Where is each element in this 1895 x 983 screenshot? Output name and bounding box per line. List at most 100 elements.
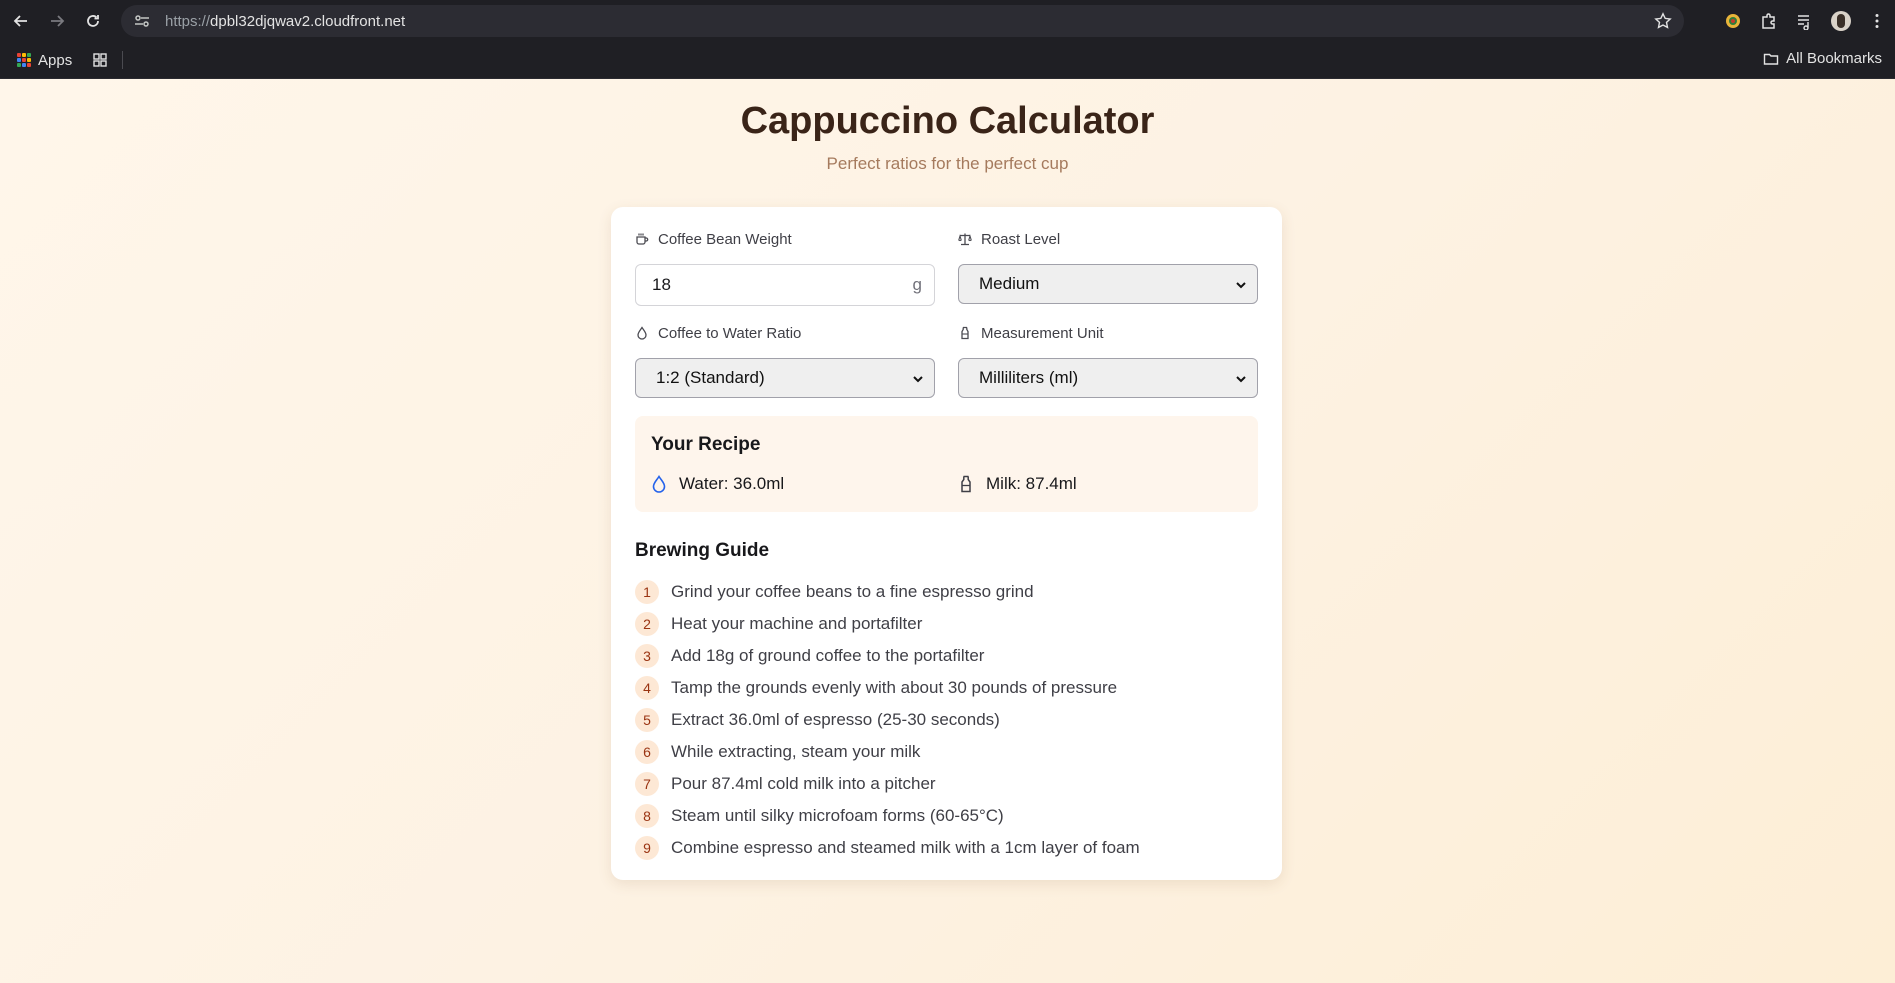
bean-weight-field: Coffee Bean Weight 18 g	[635, 229, 935, 306]
page-subtitle: Perfect ratios for the perfect cup	[826, 154, 1069, 173]
extensions-button[interactable]	[1751, 3, 1787, 39]
bean-weight-label: Coffee Bean Weight	[635, 229, 935, 249]
measurement-unit-selected: Milliliters (ml)	[979, 368, 1079, 387]
ratio-select[interactable]: 1:2 (Standard)	[635, 358, 935, 398]
measurement-unit-label: Measurement Unit	[958, 323, 1258, 343]
recipe-water-text: Water: 36.0ml	[679, 474, 785, 493]
back-button[interactable]	[3, 3, 39, 39]
list-item: 9 Combine espresso and steamed milk with …	[635, 832, 1258, 864]
recipe-milk: Milk: 87.4ml	[958, 474, 1077, 494]
recipe-water: Water: 36.0ml	[651, 474, 784, 494]
milk-bottle-icon	[958, 475, 974, 493]
folder-icon	[1763, 53, 1779, 65]
roast-level-field: Roast Level Medium	[958, 229, 1258, 304]
chevron-down-icon	[1235, 278, 1247, 290]
step-number: 5	[635, 708, 659, 732]
playlist-icon	[1798, 15, 1809, 30]
url-host: dpbl32djqwav2.cloudfront.net	[210, 12, 406, 30]
brewing-steps-list: 1 Grind your coffee beans to a fine espre…	[635, 576, 1258, 864]
page-title: Cappuccino Calculator	[740, 100, 1155, 142]
site-settings-icon[interactable]	[133, 12, 151, 30]
arrow-right-icon	[51, 15, 65, 27]
all-bookmarks-label: All Bookmarks	[1786, 50, 1882, 67]
list-item: 1 Grind your coffee beans to a fine espre…	[635, 576, 1258, 608]
step-text: Add 18g of ground coffee to the portafil…	[671, 646, 985, 665]
ratio-selected: 1:2 (Standard)	[656, 368, 765, 387]
step-number: 3	[635, 644, 659, 668]
bookmarks-divider	[122, 51, 124, 69]
step-text: Tamp the grounds evenly with about 30 po…	[671, 678, 1118, 697]
recipe-milk-text: Milk: 87.4ml	[986, 474, 1077, 493]
bean-weight-value: 18	[652, 275, 671, 294]
extension-google-button[interactable]	[1715, 3, 1751, 39]
list-item: 3 Add 18g of ground coffee to the portafi…	[635, 640, 1258, 672]
tab-groups-icon[interactable]	[92, 52, 108, 68]
step-number: 7	[635, 772, 659, 796]
step-number: 9	[635, 836, 659, 860]
profile-button[interactable]	[1823, 3, 1859, 39]
roast-level-label: Roast Level	[958, 229, 1258, 249]
ratio-label: Coffee to Water Ratio	[635, 323, 935, 343]
apps-label: Apps	[38, 51, 73, 69]
reload-button[interactable]	[75, 3, 111, 39]
all-bookmarks-button[interactable]: All Bookmarks	[1763, 50, 1882, 67]
apps-grid-icon	[17, 53, 31, 67]
step-number: 4	[635, 676, 659, 700]
forward-button[interactable]	[39, 3, 75, 39]
roast-level-label-text: Roast Level	[981, 230, 1061, 248]
more-vertical-icon	[1875, 14, 1879, 28]
bean-weight-unit: g	[912, 275, 922, 294]
roast-level-select[interactable]: Medium	[958, 264, 1258, 304]
ratio-field: Coffee to Water Ratio 1:2 (Standard)	[635, 323, 935, 398]
measurement-unit-label-text: Measurement Unit	[981, 324, 1104, 342]
measurement-unit-field: Measurement Unit Milliliters (ml)	[958, 323, 1258, 398]
droplet-icon	[635, 326, 649, 340]
chevron-down-icon	[1235, 372, 1247, 384]
coffee-cup-icon	[635, 232, 649, 246]
water-droplet-icon	[651, 475, 667, 493]
bookmark-star-icon[interactable]	[1654, 12, 1672, 30]
recipe-title: Your Recipe	[651, 434, 761, 455]
step-text: Steam until silky microfoam forms (60-65…	[671, 806, 1004, 825]
list-item: 5 Extract 36.0ml of espresso (25-30 secon…	[635, 704, 1258, 736]
extension-color-icon	[1726, 14, 1740, 28]
step-text: While extracting, steam your milk	[671, 742, 921, 761]
step-number: 2	[635, 612, 659, 636]
recipe-panel: Your Recipe Water: 36.0ml Milk: 87.4ml	[635, 416, 1258, 512]
reload-icon	[87, 15, 99, 27]
scale-icon	[958, 232, 972, 246]
measurement-unit-select[interactable]: Milliliters (ml)	[958, 358, 1258, 398]
step-number: 6	[635, 740, 659, 764]
step-text: Pour 87.4ml cold milk into a pitcher	[671, 774, 936, 793]
address-bar[interactable]: https://dpbl32djqwav2.cloudfront.net	[121, 5, 1684, 37]
step-text: Grind your coffee beans to a fine espres…	[671, 582, 1034, 601]
step-number: 1	[635, 580, 659, 604]
calculator-card: Coffee Bean Weight 18 g Roast Level Medi…	[611, 207, 1282, 880]
puzzle-icon	[1762, 13, 1775, 29]
browser-toolbar: https://dpbl32djqwav2.cloudfront.net	[0, 0, 1895, 42]
list-item: 8 Steam until silky microfoam forms (60-6…	[635, 800, 1258, 832]
url-text: https://dpbl32djqwav2.cloudfront.net	[165, 13, 405, 30]
ratio-label-text: Coffee to Water Ratio	[658, 324, 802, 342]
milk-bottle-icon	[958, 326, 972, 340]
brewing-guide-title: Brewing Guide	[635, 540, 770, 561]
bean-weight-input[interactable]: 18 g	[635, 264, 935, 306]
list-item: 6 While extracting, steam your milk	[635, 736, 1258, 768]
media-controls-button[interactable]	[1787, 3, 1823, 39]
step-text: Extract 36.0ml of espresso (25-30 second…	[671, 710, 1000, 729]
list-item: 4 Tamp the grounds evenly with about 30 p…	[635, 672, 1258, 704]
step-text: Heat your machine and portafilter	[671, 614, 923, 633]
page: Cappuccino Calculator Perfect ratios for…	[0, 79, 1895, 983]
menu-button[interactable]	[1859, 3, 1895, 39]
list-item: 2 Heat your machine and portafilter	[635, 608, 1258, 640]
url-protocol: https://	[165, 12, 211, 30]
chevron-down-icon	[912, 372, 924, 384]
avatar	[1831, 11, 1851, 31]
step-text: Combine espresso and steamed milk with a…	[671, 838, 1140, 857]
toolbar-right	[1715, 0, 1895, 42]
arrow-left-icon	[13, 15, 27, 27]
bean-weight-label-text: Coffee Bean Weight	[658, 230, 792, 248]
list-item: 7 Pour 87.4ml cold milk into a pitcher	[635, 768, 1258, 800]
apps-bookmark[interactable]: Apps	[17, 52, 72, 69]
step-number: 8	[635, 804, 659, 828]
